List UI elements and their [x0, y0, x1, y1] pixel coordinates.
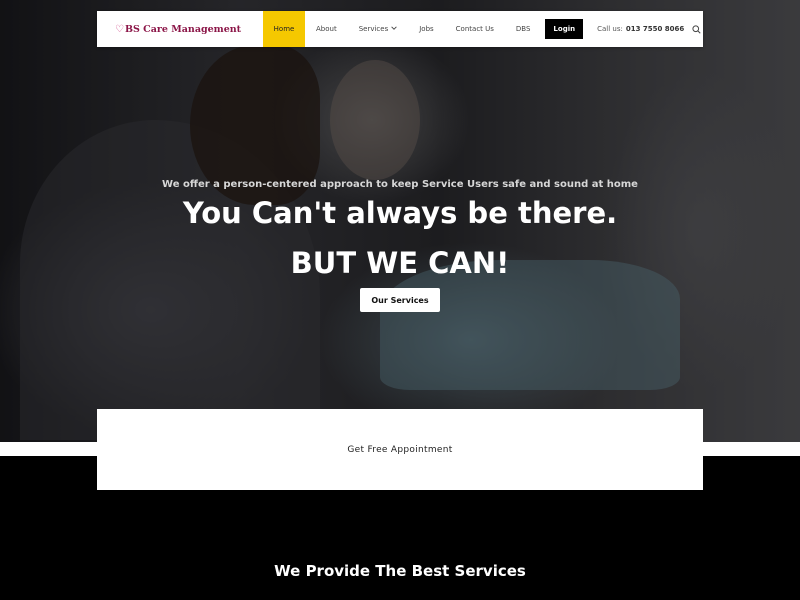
appointment-label: Get Free Appointment	[347, 444, 453, 455]
nav-item-label: Contact Us	[455, 25, 494, 33]
nav-item-about[interactable]: About	[305, 11, 348, 47]
nav-item-label: DBS	[515, 25, 531, 33]
get-appointment-box[interactable]: Get Free Appointment	[97, 409, 703, 490]
logo-text: BS Care Management	[124, 23, 242, 35]
heart-icon: ♡	[115, 23, 124, 35]
nav-item-home[interactable]: Home	[263, 11, 305, 47]
nav-item-services[interactable]: Services	[348, 11, 409, 47]
hero-photo-caregiver	[20, 120, 320, 440]
phone-number: 013 7550 8066	[625, 25, 685, 33]
nav-item-jobs[interactable]: Jobs	[408, 11, 444, 47]
chevron-down-icon	[391, 25, 397, 33]
hero-tagline: We offer a person-centered approach to k…	[162, 179, 638, 190]
hero-headline-secondary: BUT WE CAN!	[290, 246, 510, 280]
phone-contact[interactable]: Call us: 013 7550 8066	[597, 11, 684, 47]
hero-headline: You Can't always be there.	[182, 196, 618, 230]
nav-item-label: Home	[273, 25, 295, 33]
site-logo[interactable]: ♡ BS Care Management	[97, 11, 263, 47]
search-icon[interactable]	[692, 11, 701, 47]
login-button[interactable]: Login	[545, 19, 584, 39]
our-services-button[interactable]: Our Services	[360, 288, 440, 312]
nav-menu: Home About Services Jobs Contact Us DBS	[263, 11, 541, 47]
phone-label: Call us:	[597, 25, 623, 33]
nav-item-contact-us[interactable]: Contact Us	[445, 11, 505, 47]
services-section-title: We Provide The Best Services	[274, 562, 526, 580]
nav-item-dbs[interactable]: DBS	[505, 11, 542, 47]
hero-photo-elder	[330, 60, 420, 180]
nav-item-label: Services	[358, 25, 389, 33]
nav-item-label: About	[316, 25, 337, 33]
navbar: ♡ BS Care Management Home About Services…	[97, 11, 703, 47]
nav-item-label: Jobs	[419, 25, 434, 33]
